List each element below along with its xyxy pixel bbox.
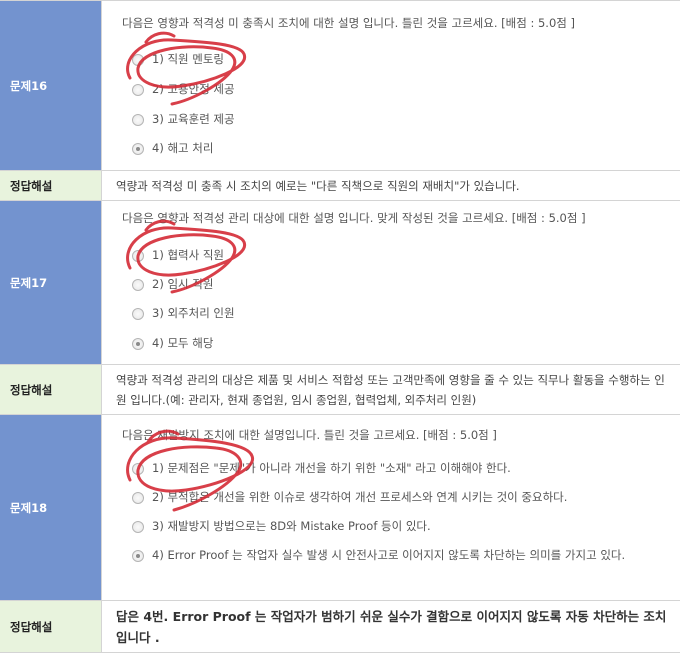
question-body: 다음은 영향과 적격성 관리 대상에 대한 설명 입니다. 맞게 작성된 것을 … (101, 201, 680, 364)
quiz-review-table: 문제16 다음은 영향과 적격성 미 충족시 조치에 대한 설명 입니다. 틀린… (0, 0, 680, 653)
answer-row-17: 정답해설 역량과 적격성 관리의 대상은 제품 및 서비스 적합성 또는 고객만… (0, 365, 680, 415)
option-2[interactable]: 2) 임시 직원 (132, 277, 213, 296)
radio-button-icon[interactable] (132, 338, 144, 350)
radio-button-icon[interactable] (132, 54, 144, 66)
question-text: 다음은 재발방지 조치에 대한 설명입니다. 틀린 것을 고르세요. [배점 :… (122, 428, 497, 442)
option-3[interactable]: 3) 외주처리 인원 (132, 306, 235, 325)
answer-label: 정답해설 (0, 601, 101, 652)
option-1[interactable]: 1) 문제점은 "문제"가 아니라 개선을 하기 위한 "소재" 라고 이해해야… (132, 461, 511, 480)
radio-button-icon[interactable] (132, 279, 144, 291)
question-label: 문제17 (0, 201, 101, 364)
radio-button-icon[interactable] (132, 521, 144, 533)
answer-row-16: 정답해설 역량과 적격성 미 충족 시 조치의 예로는 "다른 직책으로 직원의… (0, 171, 680, 201)
question-text: 다음은 영향과 적격성 관리 대상에 대한 설명 입니다. 맞게 작성된 것을 … (122, 211, 586, 225)
question-body: 다음은 재발방지 조치에 대한 설명입니다. 틀린 것을 고르세요. [배점 :… (101, 415, 680, 600)
option-2[interactable]: 2) 부적합은 개선을 위한 이슈로 생각하여 개선 프로세스와 연계 시키는 … (132, 490, 567, 509)
option-3[interactable]: 3) 교육훈련 제공 (132, 112, 235, 131)
radio-button-icon[interactable] (132, 114, 144, 126)
question-body: 다음은 영향과 적격성 미 충족시 조치에 대한 설명 입니다. 틀린 것을 고… (101, 1, 680, 170)
question-row-18: 문제18 다음은 재발방지 조치에 대한 설명입니다. 틀린 것을 고르세요. … (0, 415, 680, 601)
question-row-17: 문제17 다음은 영향과 적격성 관리 대상에 대한 설명 입니다. 맞게 작성… (0, 201, 680, 365)
radio-button-icon[interactable] (132, 250, 144, 262)
answer-label: 정답해설 (0, 171, 101, 200)
answer-explanation: 역량과 적격성 미 충족 시 조치의 예로는 "다른 직책으로 직원의 재배치"… (101, 171, 680, 200)
option-3[interactable]: 3) 재발방지 방법으로는 8D와 Mistake Proof 등이 있다. (132, 519, 431, 538)
question-text: 다음은 영향과 적격성 미 충족시 조치에 대한 설명 입니다. 틀린 것을 고… (122, 16, 575, 30)
option-1[interactable]: 1) 직원 멘토링 (132, 52, 224, 71)
radio-button-icon[interactable] (132, 550, 144, 562)
radio-button-icon[interactable] (132, 143, 144, 155)
question-label: 문제18 (0, 415, 101, 600)
radio-button-icon[interactable] (132, 463, 144, 475)
option-4[interactable]: 4) 해고 처리 (132, 141, 213, 160)
option-1[interactable]: 1) 협력사 직원 (132, 248, 224, 267)
answer-label: 정답해설 (0, 365, 101, 414)
radio-button-icon[interactable] (132, 492, 144, 504)
question-row-16: 문제16 다음은 영향과 적격성 미 충족시 조치에 대한 설명 입니다. 틀린… (0, 1, 680, 171)
option-2[interactable]: 2) 고용안정 제공 (132, 82, 235, 101)
option-4[interactable]: 4) Error Proof 는 작업자 실수 발생 시 안전사고로 이어지지 … (132, 548, 632, 567)
radio-button-icon[interactable] (132, 84, 144, 96)
answer-explanation: 역량과 적격성 관리의 대상은 제품 및 서비스 적합성 또는 고객만족에 영향… (101, 365, 680, 414)
answer-row-18: 정답해설 답은 4번. Error Proof 는 작업자가 범하기 쉬운 실수… (0, 601, 680, 653)
option-4[interactable]: 4) 모두 해당 (132, 336, 213, 355)
radio-button-icon[interactable] (132, 308, 144, 320)
answer-explanation: 답은 4번. Error Proof 는 작업자가 범하기 쉬운 실수가 결함으… (101, 601, 680, 652)
question-label: 문제16 (0, 1, 101, 170)
